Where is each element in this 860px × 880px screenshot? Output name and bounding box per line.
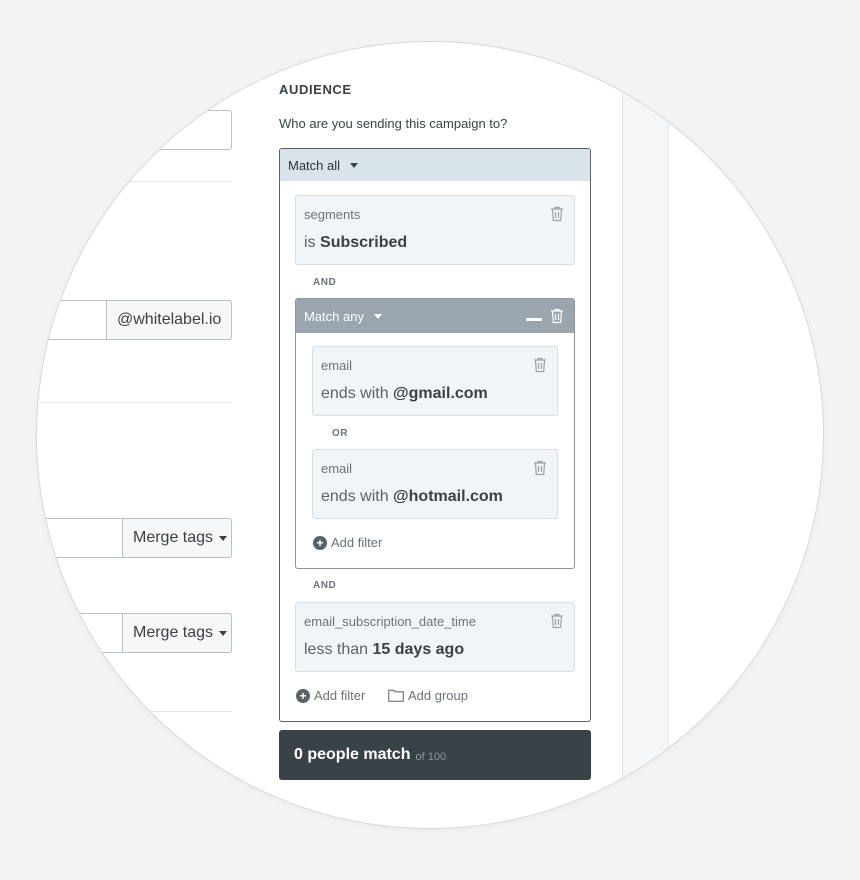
add-filter-link[interactable]: + Add filter bbox=[296, 688, 365, 703]
filter-condition: ends with @hotmail.com bbox=[321, 488, 503, 505]
match-all-dropdown[interactable]: Match all bbox=[280, 149, 590, 181]
match-total: of 100 bbox=[415, 750, 447, 763]
filter-card-hotmail[interactable]: email ends with @hotmail.com bbox=[312, 449, 558, 519]
filter-field: email bbox=[321, 358, 353, 373]
or-connector: OR bbox=[332, 428, 348, 439]
group-add-filter-link[interactable]: + Add filter bbox=[313, 535, 382, 550]
divider bbox=[37, 711, 232, 712]
filter-field: email_subscription_date_time bbox=[304, 614, 476, 629]
filter-field: email bbox=[321, 461, 353, 476]
filter-field: segments bbox=[304, 207, 361, 222]
chevron-down-icon bbox=[350, 162, 359, 168]
filter-card-segments[interactable]: segments is Subscribed bbox=[295, 195, 575, 265]
preheader-field[interactable]: Merge tags bbox=[37, 613, 232, 653]
merge-tags-button[interactable]: Merge tags bbox=[122, 613, 232, 653]
trash-icon[interactable] bbox=[550, 308, 564, 324]
plus-circle-icon: + bbox=[313, 535, 327, 550]
text-field[interactable] bbox=[37, 110, 232, 150]
and-connector: AND bbox=[313, 580, 337, 591]
divider bbox=[37, 402, 232, 403]
domain-addon: @whitelabel.io bbox=[106, 300, 232, 340]
filter-condition: is Subscribed bbox=[304, 234, 408, 251]
merge-tags-label: Merge tags bbox=[133, 624, 214, 641]
page-canvas: @whitelabel.io Merge tags Merge tags AUD… bbox=[37, 42, 823, 828]
collapse-icon[interactable] bbox=[526, 318, 542, 321]
filter-condition: ends with @gmail.com bbox=[321, 385, 488, 402]
match-count: 0 people match bbox=[294, 746, 411, 763]
match-any-dropdown[interactable]: Match any bbox=[296, 299, 574, 333]
chevron-down-icon bbox=[219, 535, 228, 541]
filter-card-gmail[interactable]: email ends with @gmail.com bbox=[312, 346, 558, 416]
filter-condition: less than 15 days ago bbox=[304, 641, 465, 658]
scroll-gutter bbox=[623, 42, 668, 828]
merge-tags-button[interactable]: Merge tags bbox=[122, 518, 232, 558]
merge-tags-label: Merge tags bbox=[133, 529, 214, 546]
match-any-label: Match any bbox=[304, 308, 364, 324]
subject-field[interactable]: Merge tags bbox=[37, 518, 232, 558]
trash-icon[interactable] bbox=[550, 206, 564, 222]
column-divider bbox=[668, 42, 669, 828]
filter-card-subscription-date[interactable]: email_subscription_date_time less than 1… bbox=[295, 602, 575, 672]
chevron-down-icon bbox=[219, 630, 228, 636]
and-connector: AND bbox=[313, 277, 337, 288]
divider bbox=[37, 181, 232, 182]
audience-subtitle: Who are you sending this campaign to? bbox=[279, 116, 508, 131]
plus-circle-icon: + bbox=[296, 688, 310, 703]
trash-icon[interactable] bbox=[550, 613, 564, 629]
audience-heading: AUDIENCE bbox=[279, 82, 352, 97]
circular-crop: @whitelabel.io Merge tags Merge tags AUD… bbox=[37, 42, 823, 828]
trash-icon[interactable] bbox=[533, 460, 547, 476]
add-group-link[interactable]: Add group bbox=[388, 688, 468, 703]
audience-match-count: 0 people match of 100 bbox=[279, 730, 591, 780]
from-email-field[interactable]: @whitelabel.io bbox=[37, 300, 232, 340]
trash-icon[interactable] bbox=[533, 357, 547, 373]
chevron-down-icon bbox=[373, 313, 382, 319]
match-all-label: Match all bbox=[288, 157, 341, 173]
folder-icon bbox=[388, 689, 404, 702]
